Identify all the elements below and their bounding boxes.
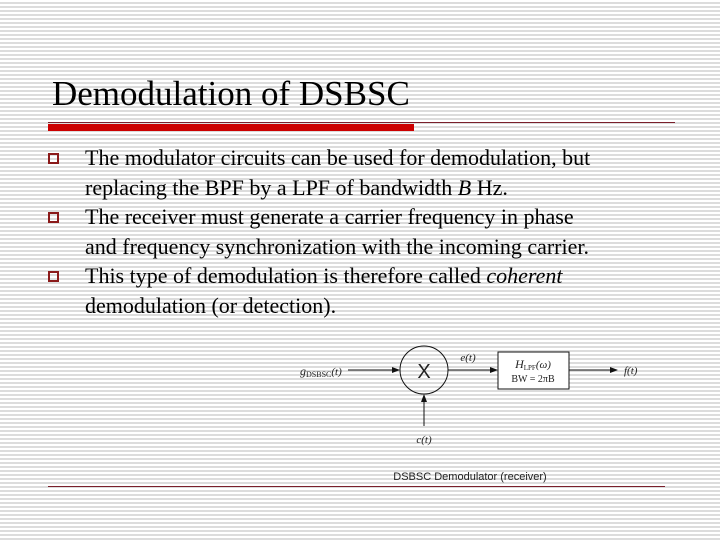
- carrier-label: c(t): [416, 434, 432, 446]
- bullet-text-line: The receiver must generate a carrier fre…: [85, 204, 574, 229]
- filter-transfer-label: HLPF(ω): [514, 357, 551, 372]
- output-signal-label: f(t): [624, 365, 638, 377]
- title-accent-bar: [48, 124, 414, 131]
- input-signal-label: gDSBSC(t): [300, 364, 342, 379]
- bullet-text-line: replacing the BPF by a LPF of bandwidth …: [85, 173, 685, 203]
- bullet-item: The modulator circuits can be used for d…: [0, 143, 685, 202]
- text-run: This type of demodulation is therefore c…: [85, 263, 487, 288]
- multiplier-symbol: X: [417, 361, 430, 383]
- lowpass-filter-box: [497, 351, 570, 390]
- bullet-text-line: This type of demodulation is therefore c…: [85, 261, 685, 291]
- text-run: replacing the BPF by a LPF of bandwidth: [85, 174, 458, 200]
- slide-title: Demodulation of DSBSC: [52, 74, 410, 113]
- diagram-caption: DSBSC Demodulator (receiver): [393, 471, 546, 483]
- text-run: Hz.: [471, 174, 508, 200]
- bullet-text-line: and frequency synchronization with the i…: [85, 233, 589, 259]
- filter-bandwidth-label: BW = 2πB: [511, 374, 555, 385]
- bullet-text-line: The modulator circuits can be used for d…: [85, 145, 591, 170]
- mixer-output-label: e(t): [460, 352, 476, 364]
- bottom-rule: [48, 486, 665, 487]
- square-bullet-icon: [48, 271, 59, 282]
- bullet-item: This type of demodulation is therefore c…: [0, 261, 685, 320]
- bullet-list: The modulator circuits can be used for d…: [0, 143, 685, 320]
- multiplier-circle: [399, 345, 449, 395]
- bullet-item: The receiver must generate a carrier fre…: [0, 202, 685, 261]
- italic-variable: B: [457, 174, 472, 200]
- italic-term: coherent: [486, 263, 563, 288]
- square-bullet-icon: [48, 212, 59, 223]
- title-underline-rule: [48, 122, 675, 123]
- square-bullet-icon: [48, 153, 59, 164]
- bullet-text-line: demodulation (or detection).: [85, 292, 337, 318]
